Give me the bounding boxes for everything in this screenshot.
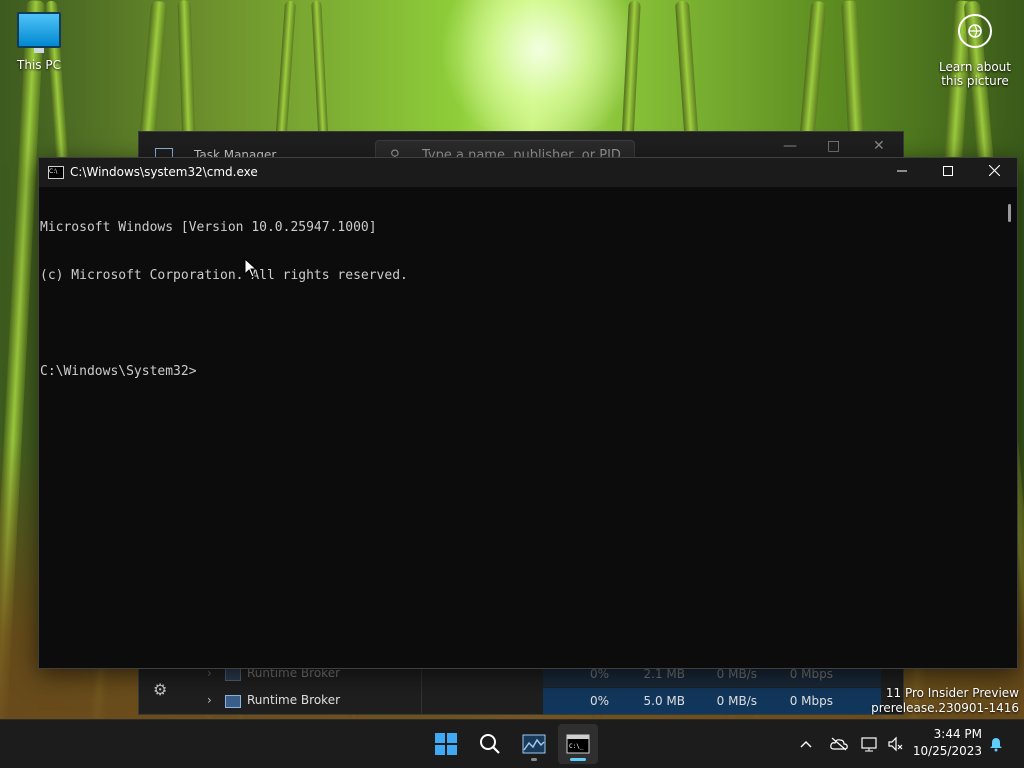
minimize-icon[interactable]: — xyxy=(783,138,797,154)
process-name: Runtime Broker xyxy=(247,693,341,707)
column-divider xyxy=(421,667,422,714)
watermark-line: prerelease.230901-1416 xyxy=(871,701,1019,715)
minimize-icon xyxy=(897,170,907,172)
table-row[interactable]: › Runtime Broker 0% 5.0 MB 0 MB/s 0 Mbps xyxy=(187,688,903,714)
onedrive-offline-button[interactable] xyxy=(827,720,851,768)
taskbar: C:\_ 3:44 PM 10/25/2023 xyxy=(0,719,1024,768)
volume-muted-icon xyxy=(888,736,903,752)
taskbar-command-prompt[interactable]: C:\_ xyxy=(558,724,598,764)
taskbar-task-manager[interactable] xyxy=(514,724,554,764)
maximize-icon[interactable]: □ xyxy=(827,138,840,154)
desktop-icon-this-pc[interactable]: This PC xyxy=(12,12,66,72)
disk-value: 0 MB/s xyxy=(716,667,757,681)
process-icon xyxy=(225,668,241,681)
close-button[interactable] xyxy=(971,158,1017,187)
monitor-icon xyxy=(17,12,61,53)
maximize-button[interactable] xyxy=(925,158,971,187)
show-hidden-icons-button[interactable] xyxy=(796,720,816,768)
network-value: 0 Mbps xyxy=(789,667,833,681)
active-indicator xyxy=(570,758,586,761)
search-button[interactable] xyxy=(470,724,510,764)
cmd-window-title: C:\Windows\system32\cmd.exe xyxy=(70,165,258,179)
disk-value: 0 MB/s xyxy=(716,694,757,708)
notifications-button[interactable] xyxy=(986,720,1006,768)
running-indicator xyxy=(531,758,537,761)
camera-info-icon xyxy=(958,14,992,48)
network-button[interactable] xyxy=(858,720,882,768)
bell-icon xyxy=(990,738,1002,752)
cmd-title-bar[interactable]: C:\ C:\Windows\system32\cmd.exe xyxy=(39,158,1017,187)
command-prompt-window[interactable]: C:\ C:\Windows\system32\cmd.exe Microsof… xyxy=(38,157,1018,669)
watermark-line: 11 Pro Insider Preview xyxy=(885,686,1019,700)
desktop-watermark: 11 Pro Insider Preview prerelease.230901… xyxy=(871,686,1019,716)
cmd-app-icon: C:\ xyxy=(48,166,64,179)
mouse-pointer-icon xyxy=(244,257,258,282)
terminal-icon: C:\_ xyxy=(566,734,590,754)
close-icon[interactable]: ✕ xyxy=(873,138,885,154)
sunlight-glow xyxy=(430,0,650,140)
cpu-value: 0% xyxy=(589,694,609,708)
svg-text:C:\_: C:\_ xyxy=(569,743,584,750)
minimize-button[interactable] xyxy=(879,158,925,187)
close-icon xyxy=(988,164,1000,177)
console-prompt: C:\Windows\System32> xyxy=(40,364,197,379)
gear-icon[interactable]: ⚙ xyxy=(153,680,167,699)
console-output[interactable]: Microsoft Windows [Version 10.0.25947.10… xyxy=(40,188,1003,668)
desktop-icon-label: Learn about this picture xyxy=(939,60,1011,88)
process-icon xyxy=(225,695,241,708)
windows-logo-icon xyxy=(435,733,457,755)
vertical-scrollbar[interactable] xyxy=(1008,204,1011,222)
desktop-icon-learn-about-picture[interactable]: Learn about this picture xyxy=(938,14,1012,88)
start-button[interactable] xyxy=(426,724,466,764)
task-manager-icon xyxy=(522,734,546,754)
memory-value: 5.0 MB xyxy=(643,694,685,708)
clock-date: 10/25/2023 xyxy=(912,744,982,758)
process-metrics: 0% 5.0 MB 0 MB/s 0 Mbps xyxy=(543,688,881,714)
search-icon xyxy=(480,734,500,754)
console-line: (c) Microsoft Corporation. All rights re… xyxy=(40,268,408,283)
cloud-offline-icon xyxy=(830,737,848,751)
system-clock[interactable]: 3:44 PM 10/25/2023 xyxy=(913,726,982,760)
network-value: 0 Mbps xyxy=(789,694,833,708)
chevron-right-icon[interactable]: › xyxy=(207,693,212,707)
console-line: Microsoft Windows [Version 10.0.25947.10… xyxy=(40,220,377,235)
volume-button[interactable] xyxy=(884,720,908,768)
chevron-up-icon xyxy=(800,741,812,748)
maximize-icon xyxy=(943,166,953,176)
memory-value: 2.1 MB xyxy=(643,667,685,681)
clock-time: 3:44 PM xyxy=(933,727,982,741)
desktop-icon-label: This PC xyxy=(17,58,61,72)
cpu-value: 0% xyxy=(589,667,609,681)
network-icon xyxy=(861,737,877,752)
